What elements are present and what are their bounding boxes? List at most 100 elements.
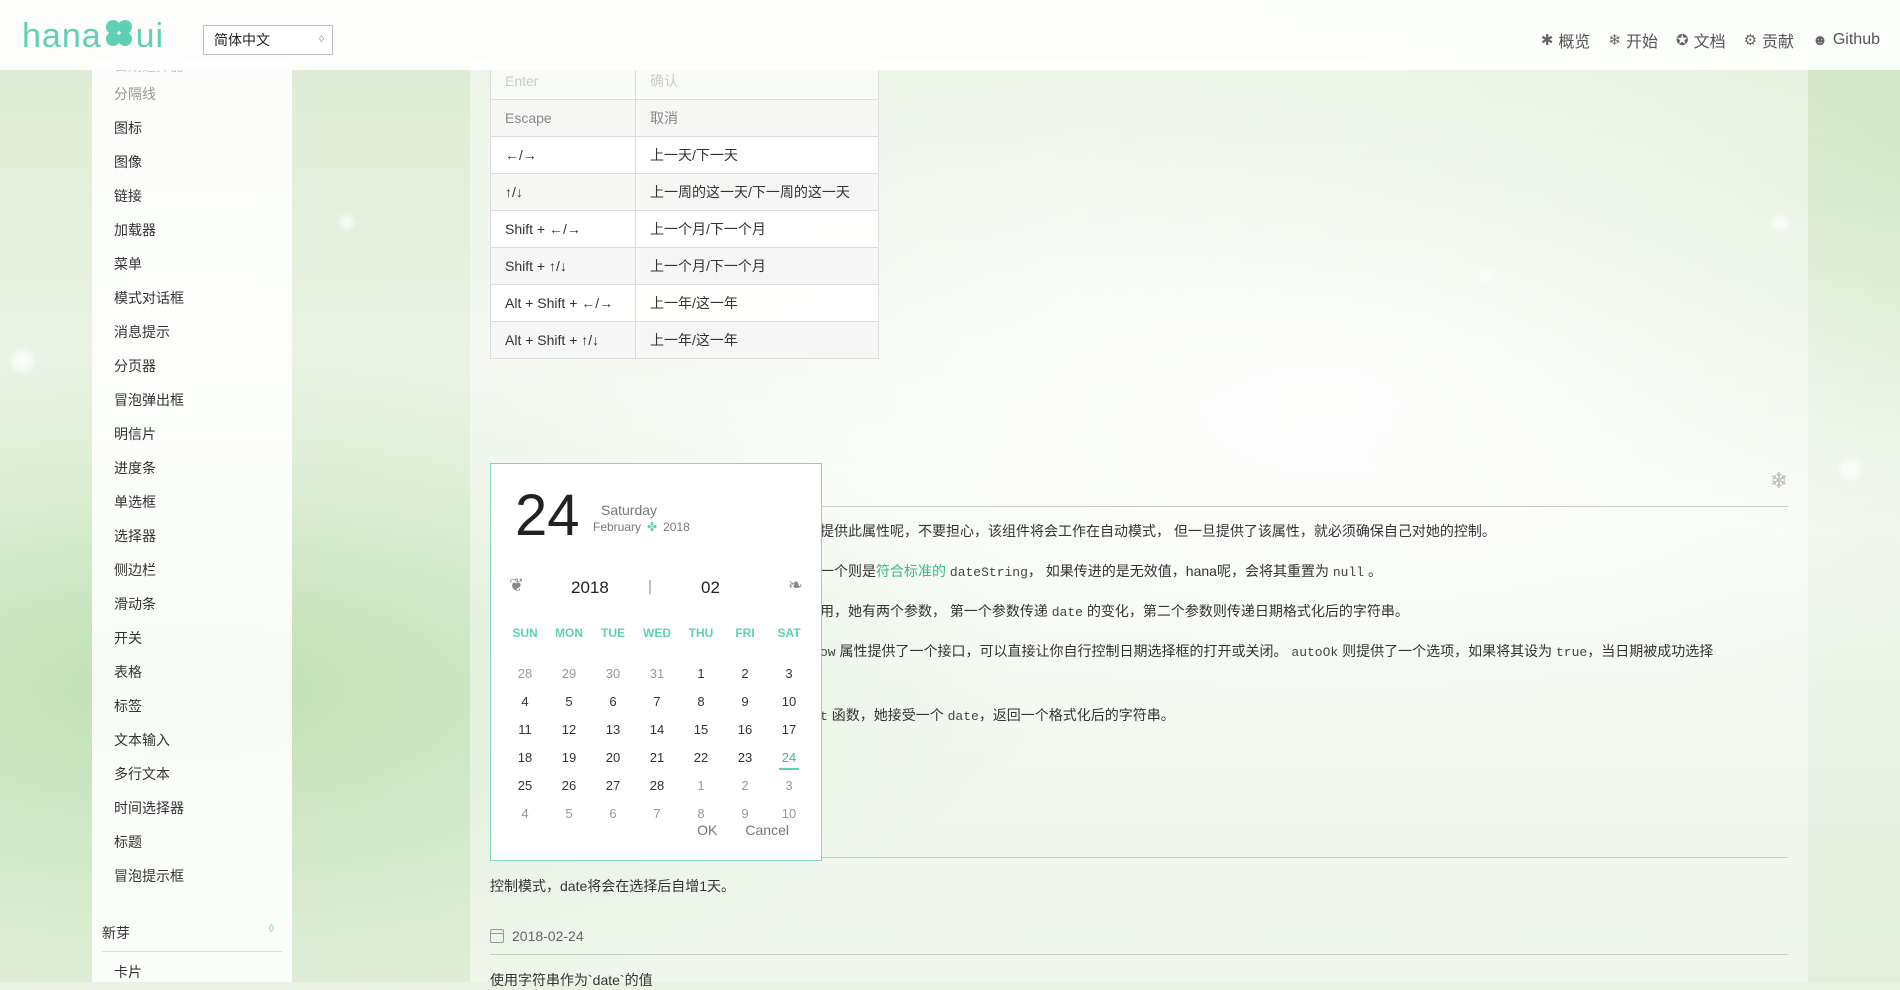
calendar-day[interactable]: 5 <box>547 692 591 720</box>
calendar-day[interactable]: 30 <box>591 664 635 692</box>
prev-month-leaf-icon[interactable]: ❦ <box>509 575 524 596</box>
selected-day-large: 24 <box>515 483 580 548</box>
desc-text: 属性提供了一个接口，可以直接让你自行控制日期选择框的打开或关闭。 <box>839 643 1288 659</box>
sidebar-item[interactable]: 进度条 <box>114 458 156 478</box>
sidebar-item[interactable]: 消息提示 <box>114 322 170 342</box>
calendar-day[interactable]: 16 <box>723 720 767 748</box>
calendar-day[interactable]: 31 <box>635 664 679 692</box>
calendar-day[interactable]: 15 <box>679 720 723 748</box>
next-month-leaf-icon[interactable]: ❧ <box>788 575 803 596</box>
paragraph-string: 使用字符串作为`date`的值 <box>490 972 653 988</box>
date-picker-popup: 24 Saturday February ✤ 2018 ❦ 2018 | 02 ❧ … <box>490 463 822 861</box>
calendar-day[interactable]: 25 <box>503 776 547 804</box>
calendar-day[interactable]: 10 <box>767 692 811 720</box>
weekday-header: FRI <box>735 626 755 640</box>
sidebar-item[interactable]: 滑动条 <box>114 594 156 614</box>
calendar-day[interactable]: 21 <box>635 748 679 776</box>
calendar-day[interactable]: 23 <box>723 748 767 776</box>
nav-docs[interactable]: ✪ 文档 <box>1676 28 1726 52</box>
sidebar-item[interactable]: 模式对话框 <box>114 288 184 308</box>
month-selector[interactable]: 02 <box>701 578 720 598</box>
sidebar-item[interactable]: 分隔线 <box>114 84 156 104</box>
calendar-day[interactable]: 7 <box>635 692 679 720</box>
calendar-day[interactable]: 12 <box>547 720 591 748</box>
calendar-day[interactable]: 9 <box>723 692 767 720</box>
calendar-day[interactable]: 13 <box>591 720 635 748</box>
sidebar-item[interactable]: 图标 <box>114 118 142 138</box>
selected-month-year: February ✤ 2018 <box>593 520 690 534</box>
sidebar-item[interactable]: 时间选择器 <box>114 798 184 818</box>
calendar-day[interactable]: 27 <box>591 776 635 804</box>
nav-label: Github <box>1832 31 1880 48</box>
sidebar-item[interactable]: 侧边栏 <box>114 560 156 580</box>
ok-button[interactable]: OK <box>697 822 717 838</box>
table-row: Shift + ↑/↓ 上一个月/下一个月 <box>490 247 879 285</box>
sidebar-item[interactable]: 加载器 <box>114 220 156 240</box>
calendar-day[interactable]: 1 <box>679 776 723 804</box>
calendar-day[interactable]: 22 <box>679 748 723 776</box>
calendar-day[interactable]: 1 <box>679 664 723 692</box>
bokeh-dot <box>340 215 354 229</box>
sidebar-item[interactable]: 文本输入 <box>114 730 170 750</box>
calendar-day[interactable]: 28 <box>635 776 679 804</box>
sidebar-group-sprout[interactable]: 新芽 ◊ <box>102 923 282 952</box>
sidebar-item[interactable]: 卡片 <box>114 962 142 982</box>
desc-line-3: 用，她有两个参数， 第一个参数传递 date 的变化，第二个参数则传递日期格式化… <box>820 601 1409 621</box>
nav-start[interactable]: ❄ 开始 <box>1608 28 1658 52</box>
sidebar-item[interactable]: 图像 <box>114 152 142 172</box>
clover-icon <box>102 16 136 59</box>
desc-line-1: 提供此属性呢，不要担心，该组件将会工作在自动模式， 但一旦提供了该属性，就必须确… <box>820 523 1496 539</box>
weekday-header: WED <box>643 626 671 640</box>
language-value: 简体中文 <box>214 32 270 48</box>
calendar-day[interactable]: 20 <box>591 748 635 776</box>
sidebar-item[interactable]: 明信片 <box>114 424 156 444</box>
calendar-day[interactable]: 7 <box>635 804 679 832</box>
calendar-day[interactable]: 4 <box>503 804 547 832</box>
sidebar-item[interactable]: 多行文本 <box>114 764 170 784</box>
calendar-day[interactable]: 3 <box>767 776 811 804</box>
calendar-day[interactable]: 17 <box>767 720 811 748</box>
bokeh-dot <box>12 350 34 372</box>
selected-weekday: Saturday <box>601 502 658 518</box>
cancel-button[interactable]: Cancel <box>745 822 789 838</box>
calendar-day[interactable]: 4 <box>503 692 547 720</box>
sidebar-item[interactable]: 冒泡弹出框 <box>114 390 184 410</box>
year-month-separator: | <box>648 578 652 595</box>
sidebar-item[interactable]: 开关 <box>114 628 142 648</box>
nav-github[interactable]: ☻ Github <box>1812 28 1880 52</box>
sidebar-item[interactable]: 菜单 <box>114 254 142 274</box>
section-divider <box>490 954 1788 955</box>
table-cell-value: 上一个月/下一个月 <box>635 210 879 248</box>
sidebar-item[interactable]: 标题 <box>114 832 142 852</box>
calendar-day[interactable]: 2 <box>723 664 767 692</box>
calendar-day[interactable]: 29 <box>547 664 591 692</box>
calendar-day[interactable]: 5 <box>547 804 591 832</box>
calendar-day[interactable]: 2 <box>723 776 767 804</box>
sidebar-item[interactable]: 链接 <box>114 186 142 206</box>
calendar-day[interactable]: 26 <box>547 776 591 804</box>
sidebar-item[interactable]: 分页器 <box>114 356 156 376</box>
calendar-day[interactable]: 6 <box>591 692 635 720</box>
calendar-day[interactable]: 19 <box>547 748 591 776</box>
language-select[interactable]: 简体中文 ◊ <box>203 25 333 55</box>
github-icon: ☻ <box>1812 31 1828 49</box>
sidebar-item[interactable]: 表格 <box>114 662 142 682</box>
calendar-day-selected[interactable]: 24 <box>767 748 811 776</box>
table-row: Escape 取消 <box>490 99 879 137</box>
calendar-day[interactable]: 6 <box>591 804 635 832</box>
nav-contribute[interactable]: ⚙ 贡献 <box>1744 28 1794 52</box>
calendar-day[interactable]: 11 <box>503 720 547 748</box>
calendar-day[interactable]: 3 <box>767 664 811 692</box>
logo[interactable]: hana ui <box>22 16 164 59</box>
nav-overview[interactable]: ✱ 概览 <box>1541 28 1591 52</box>
calendar-day[interactable]: 18 <box>503 748 547 776</box>
sidebar-item[interactable]: 标签 <box>114 696 142 716</box>
year-selector[interactable]: 2018 <box>571 578 609 598</box>
sidebar-item[interactable]: 选择器 <box>114 526 156 546</box>
sidebar-item[interactable]: 单选框 <box>114 492 156 512</box>
calendar-day[interactable]: 28 <box>503 664 547 692</box>
date-input-display[interactable]: 2018-02-24 <box>490 928 584 944</box>
calendar-day[interactable]: 8 <box>679 692 723 720</box>
sidebar-item[interactable]: 冒泡提示框 <box>114 866 184 886</box>
calendar-day[interactable]: 14 <box>635 720 679 748</box>
